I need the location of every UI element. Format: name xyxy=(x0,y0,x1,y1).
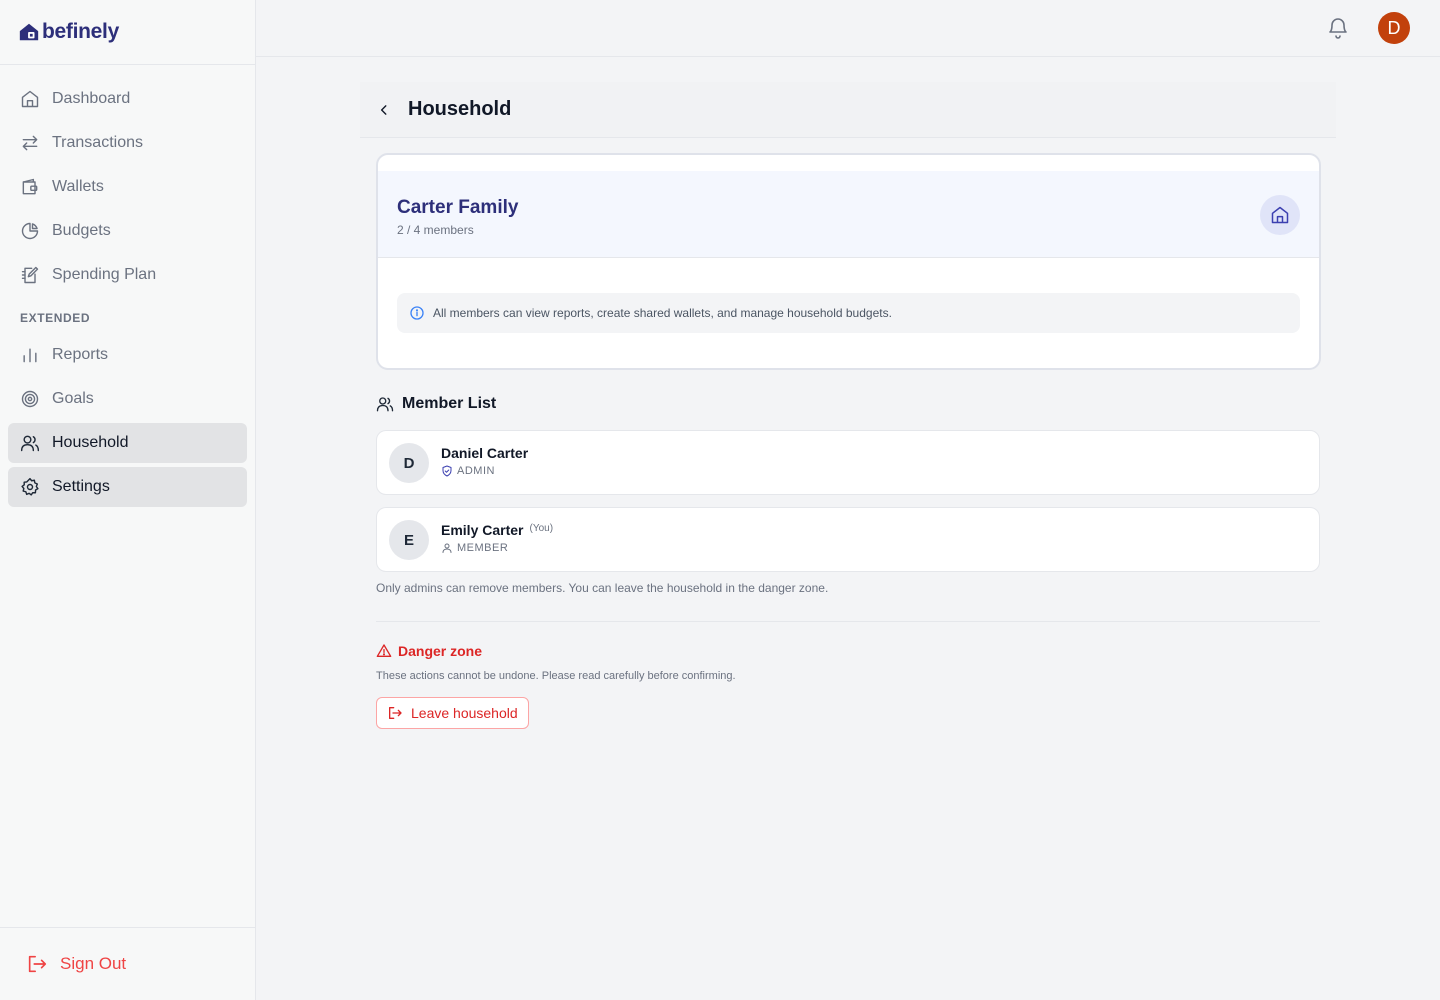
member-row-emily: E Emily Carter (You) MEMBER xyxy=(376,507,1320,572)
target-icon xyxy=(21,390,39,408)
leave-household-label: Leave household xyxy=(411,705,518,721)
leave-household-button[interactable]: Leave household xyxy=(376,697,529,729)
sidebar-item-label: Household xyxy=(52,434,129,451)
member-role-label: ADMIN xyxy=(457,465,495,477)
sidebar-item-budgets[interactable]: Budgets xyxy=(8,211,247,251)
member-name-wrap: Emily Carter (You) xyxy=(441,522,553,538)
section-divider xyxy=(376,621,1320,622)
chevron-left-icon xyxy=(380,104,387,115)
sidebar-item-label: Budgets xyxy=(52,222,111,239)
back-button[interactable] xyxy=(360,86,408,134)
sign-out-label: Sign Out xyxy=(60,954,127,973)
household-info-box: All members can view reports, create sha… xyxy=(397,293,1300,333)
logo[interactable]: befinely xyxy=(18,20,119,44)
topbar: D xyxy=(256,0,1440,57)
wallet-icon xyxy=(22,178,38,195)
section-label-extended: EXTENDED xyxy=(20,311,91,325)
sidebar-item-settings[interactable]: Settings xyxy=(8,467,247,507)
brand-name: befinely xyxy=(42,20,119,43)
member-count: 2 / 4 members xyxy=(397,223,474,237)
household-card-header: Carter Family 2 / 4 members xyxy=(378,171,1319,258)
pie-chart-icon xyxy=(21,222,39,240)
sidebar-item-reports[interactable]: Reports xyxy=(8,335,247,375)
page-header: Household xyxy=(360,82,1336,138)
bar-chart-icon xyxy=(23,348,37,363)
logout-icon xyxy=(389,707,402,719)
users-icon xyxy=(376,397,394,412)
page-title: Household xyxy=(408,98,512,120)
user-icon xyxy=(442,543,452,553)
sidebar-item-goals[interactable]: Goals xyxy=(8,379,247,419)
sidebar-item-wallets[interactable]: Wallets xyxy=(8,167,247,207)
alert-triangle-icon xyxy=(376,644,392,657)
sidebar-item-dashboard[interactable]: Dashboard xyxy=(8,79,247,119)
member-row-daniel: D Daniel Carter ADMIN xyxy=(376,430,1320,495)
sidebar-item-label: Transactions xyxy=(52,134,143,151)
household-info-text: All members can view reports, create sha… xyxy=(433,306,892,320)
sign-out-button[interactable]: Sign Out xyxy=(26,953,126,975)
sidebar-item-label: Dashboard xyxy=(52,90,131,107)
user-avatar[interactable]: D xyxy=(1378,12,1410,44)
household-badge xyxy=(1260,195,1300,235)
danger-zone-title: Danger zone xyxy=(398,643,483,659)
sidebar-item-spending-plan[interactable]: Spending Plan xyxy=(8,255,247,295)
shield-check-icon xyxy=(442,465,452,477)
member-role-label: MEMBER xyxy=(457,542,509,554)
sidebar-item-label: Reports xyxy=(52,346,109,363)
notebook-pen-icon xyxy=(21,266,39,284)
member-role-member: MEMBER xyxy=(441,542,508,554)
member-role-admin: ADMIN xyxy=(441,465,495,477)
home-icon xyxy=(21,90,39,108)
danger-zone-heading: Danger zone xyxy=(376,643,482,659)
sidebar-item-household[interactable]: Household xyxy=(8,423,247,463)
signout-area: Sign Out xyxy=(0,927,255,1000)
home-icon xyxy=(1271,206,1289,224)
sidebar-item-label: Spending Plan xyxy=(52,266,157,283)
member-name: Emily Carter xyxy=(441,522,524,538)
info-icon xyxy=(410,306,424,320)
sidebar-item-label: Wallets xyxy=(52,178,104,195)
logo-area: befinely xyxy=(0,0,255,65)
member-name-wrap: Daniel Carter xyxy=(441,445,528,461)
sidebar-item-transactions[interactable]: Transactions xyxy=(8,123,247,163)
member-list-heading: Member List xyxy=(376,395,496,413)
notifications-button[interactable] xyxy=(1326,16,1350,40)
gear-icon xyxy=(21,477,39,496)
member-list-title: Member List xyxy=(402,395,497,412)
you-tag: (You) xyxy=(529,523,554,534)
member-name: Daniel Carter xyxy=(441,445,529,461)
member-avatar: D xyxy=(389,443,429,483)
logo-house-icon xyxy=(19,23,39,41)
sidebar-item-label: Goals xyxy=(52,390,94,407)
sidebar-item-label: Settings xyxy=(52,478,110,495)
danger-zone-description: These actions cannot be undone. Please r… xyxy=(376,670,736,682)
main-nav: Dashboard Transactions Wallets Budgets S… xyxy=(0,65,255,507)
logout-icon xyxy=(28,955,47,973)
member-avatar: E xyxy=(389,520,429,560)
household-card: Carter Family 2 / 4 members All members … xyxy=(376,153,1321,370)
household-name: Carter Family xyxy=(397,197,519,218)
arrows-swap-icon xyxy=(22,135,38,151)
bell-icon xyxy=(1329,18,1347,39)
member-list-note: Only admins can remove members. You can … xyxy=(376,581,829,595)
users-icon xyxy=(20,435,40,452)
sidebar: befinely Dashboard Transactions Wallets … xyxy=(0,0,256,1000)
